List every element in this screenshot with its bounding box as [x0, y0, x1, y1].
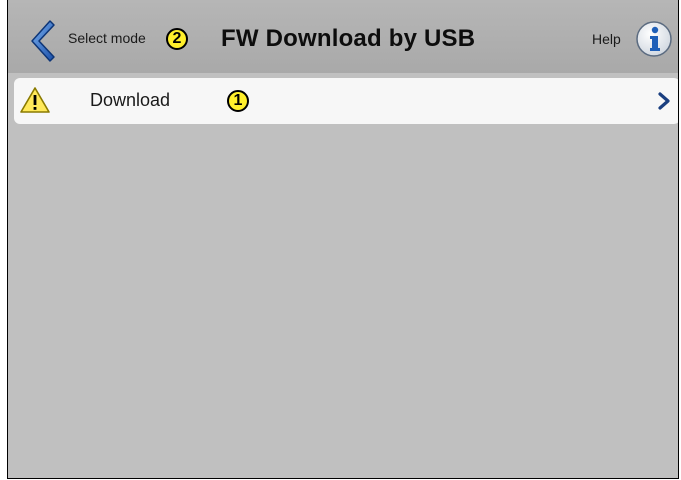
page-title: FW Download by USB — [221, 25, 476, 52]
app-window: Select mode 2 FW Download by USB Help Do… — [7, 0, 679, 479]
help-button[interactable] — [634, 19, 674, 59]
warning-icon — [20, 87, 50, 113]
chevron-left-icon — [31, 20, 55, 62]
list-item-download[interactable]: Download 1 — [14, 78, 678, 124]
header-bar: Select mode 2 FW Download by USB Help — [8, 0, 678, 73]
chevron-right-icon — [658, 92, 670, 110]
list-item-label: Download — [90, 90, 171, 110]
info-icon — [636, 21, 672, 57]
callout-marker-1: 1 — [227, 90, 249, 112]
back-button-label[interactable]: Select mode — [68, 30, 146, 46]
back-button[interactable] — [26, 19, 56, 63]
help-button-label[interactable]: Help — [592, 31, 621, 47]
callout-marker-2: 2 — [166, 28, 188, 50]
